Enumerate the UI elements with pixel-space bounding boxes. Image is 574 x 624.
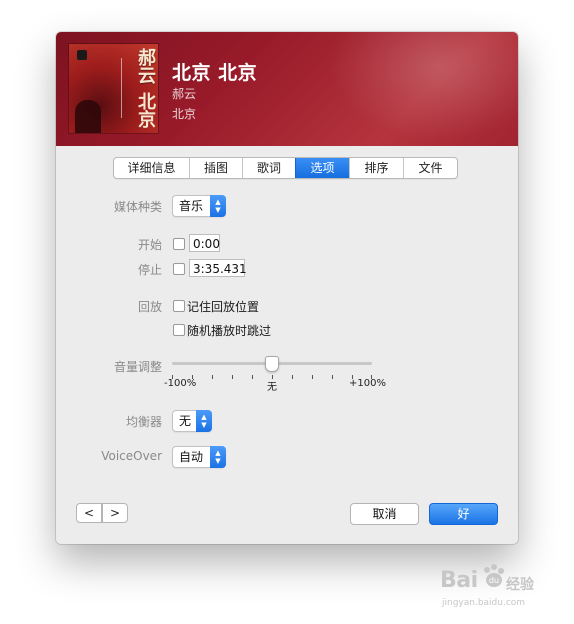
volume-slider-knob[interactable] bbox=[265, 356, 279, 372]
slider-tick bbox=[252, 375, 253, 379]
slider-tick bbox=[292, 375, 293, 379]
stop-time-field[interactable]: 3:35.431 bbox=[189, 259, 247, 277]
popup-arrows-icon: ▲ ▼ bbox=[210, 446, 226, 468]
album-art-title-artist: 郝云 bbox=[135, 48, 156, 84]
slider-tick bbox=[332, 375, 333, 379]
volume-mid-label: 无 bbox=[267, 382, 277, 393]
album-art-title-album: 北京 bbox=[135, 92, 156, 128]
tab-file[interactable]: 文件 bbox=[403, 158, 457, 178]
song-info-dialog: 郝云 北京 北京 北京 郝云 北京 详细信息 插图 歌词 选项 排序 文件 媒体… bbox=[56, 32, 518, 544]
skip-shuffle-label[interactable]: 随机播放时跳过 bbox=[187, 322, 271, 339]
next-song-button[interactable]: > bbox=[102, 503, 128, 523]
ok-button[interactable]: 好 bbox=[429, 503, 498, 525]
tab-details[interactable]: 详细信息 bbox=[114, 158, 189, 178]
equalizer-popup[interactable]: 无 ▲ ▼ bbox=[172, 410, 212, 432]
slider-tick bbox=[212, 375, 213, 379]
start-label: 开始 bbox=[137, 238, 162, 252]
voiceover-label: VoiceOver bbox=[101, 449, 162, 463]
song-artist: 郝云 bbox=[172, 87, 197, 101]
voiceover-popup[interactable]: 自动 ▲ ▼ bbox=[172, 446, 226, 468]
song-title: 北京 北京 bbox=[172, 62, 258, 84]
cancel-button[interactable]: 取消 bbox=[350, 503, 419, 525]
song-album: 北京 bbox=[172, 107, 197, 121]
watermark-brand: Bai bbox=[440, 568, 478, 593]
baidu-watermark: Bai du 经验 jingyan.baidu.com bbox=[440, 560, 560, 620]
equalizer-value: 无 bbox=[179, 414, 192, 428]
song-header: 郝云 北京 北京 北京 郝云 北京 bbox=[56, 32, 518, 146]
stop-checkbox[interactable] bbox=[173, 263, 185, 275]
voiceover-value: 自动 bbox=[179, 450, 204, 464]
media-kind-label: 媒体种类 bbox=[113, 200, 162, 214]
slider-tick bbox=[312, 375, 313, 379]
popup-arrows-icon: ▲ ▼ bbox=[210, 195, 226, 217]
album-art-figure bbox=[75, 100, 101, 133]
skip-shuffle-checkbox[interactable] bbox=[173, 324, 185, 336]
remember-position-label[interactable]: 记住回放位置 bbox=[187, 298, 259, 315]
tab-bar: 详细信息 插图 歌词 选项 排序 文件 bbox=[113, 157, 458, 179]
tab-lyrics[interactable]: 歌词 bbox=[242, 158, 295, 178]
remember-position-checkbox[interactable] bbox=[173, 300, 185, 312]
volume-min-label: -100% bbox=[164, 378, 197, 389]
previous-song-button[interactable]: < bbox=[76, 503, 102, 523]
album-art-badge bbox=[77, 50, 87, 60]
media-kind-value: 音乐 bbox=[179, 199, 204, 213]
tab-artwork[interactable]: 插图 bbox=[189, 158, 242, 178]
tab-options[interactable]: 选项 bbox=[295, 158, 349, 178]
stop-label: 停止 bbox=[137, 263, 162, 277]
slider-tick bbox=[232, 375, 233, 379]
paw-icon: du bbox=[484, 564, 504, 587]
tab-sorting[interactable]: 排序 bbox=[349, 158, 403, 178]
equalizer-label: 均衡器 bbox=[125, 415, 162, 429]
watermark-paw-text: du bbox=[489, 576, 499, 585]
watermark-cn: 经验 bbox=[506, 577, 534, 593]
media-kind-popup[interactable]: 音乐 ▲ ▼ bbox=[172, 195, 226, 217]
volume-max-label: +100% bbox=[349, 378, 386, 389]
album-art-line bbox=[121, 58, 122, 118]
popup-arrows-icon: ▲ ▼ bbox=[196, 410, 212, 432]
volume-label: 音量调整 bbox=[113, 360, 162, 374]
album-art-image[interactable]: 郝云 北京 bbox=[69, 44, 158, 133]
start-checkbox[interactable] bbox=[173, 238, 185, 250]
start-time-field[interactable]: 0:00 bbox=[189, 234, 220, 252]
playback-label: 回放 bbox=[137, 300, 162, 314]
watermark-url: jingyan.baidu.com bbox=[442, 598, 526, 608]
